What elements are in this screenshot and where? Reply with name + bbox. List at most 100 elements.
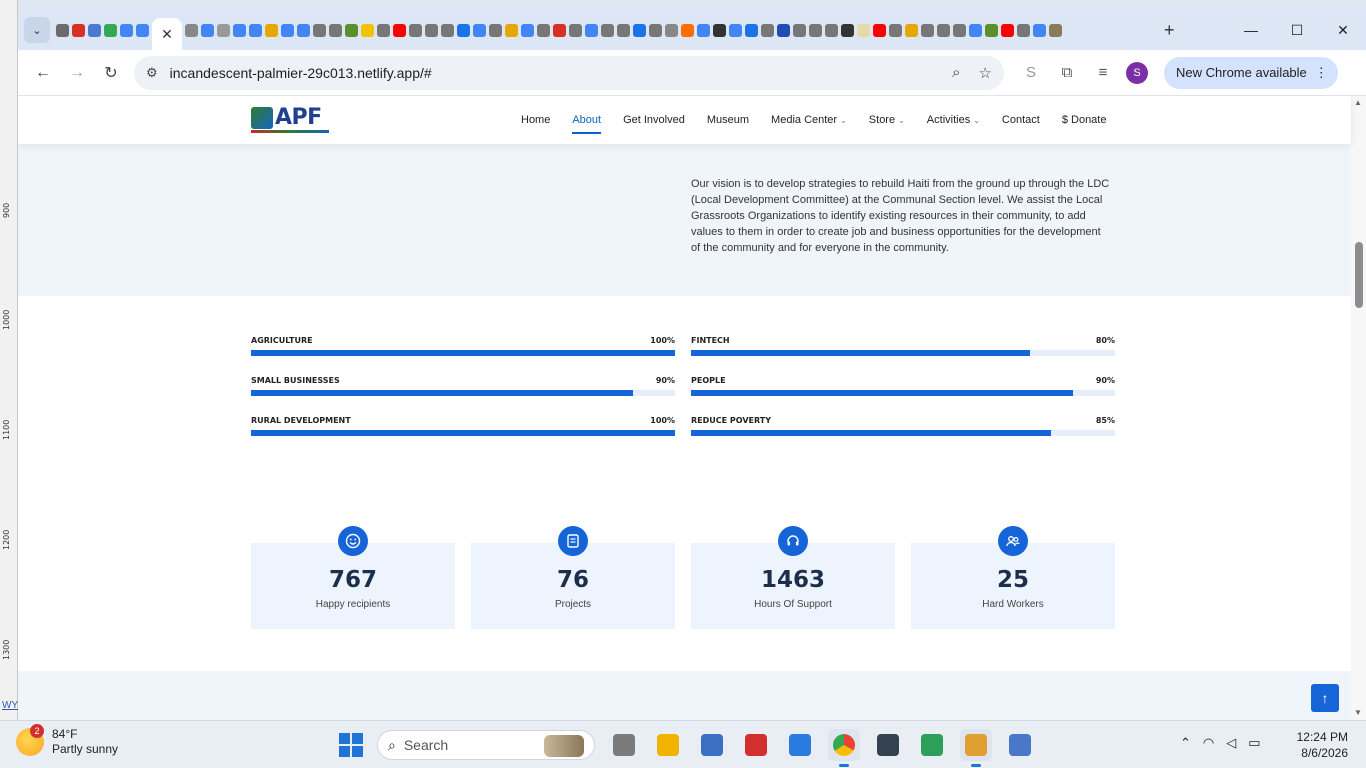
taskbar-task-view-button[interactable] xyxy=(608,729,640,761)
weather-widget[interactable]: 2 84°F Partly sunny xyxy=(16,724,118,757)
tab-favicon-icon[interactable] xyxy=(697,23,710,37)
tab-favicon-icon[interactable] xyxy=(329,23,342,37)
extension-s-icon[interactable]: S xyxy=(1018,64,1044,81)
tab-favicon-icon[interactable] xyxy=(377,23,390,37)
battery-icon[interactable]: ▭ xyxy=(1248,735,1260,751)
tab-favicon-icon[interactable] xyxy=(761,23,774,37)
forward-button[interactable]: → xyxy=(60,56,94,90)
maximize-button[interactable]: ☐ xyxy=(1274,10,1320,50)
tab-favicon-icon[interactable] xyxy=(120,23,133,37)
bookmark-star-icon[interactable]: ☆ xyxy=(979,64,992,82)
tab-favicon-icon[interactable] xyxy=(473,23,486,37)
tab-favicon-icon[interactable] xyxy=(265,23,278,37)
nav-get-involved[interactable]: Get Involved xyxy=(623,114,685,126)
tab-favicon-icon[interactable] xyxy=(809,23,822,37)
nav-activities[interactable]: Activities ⌄ xyxy=(927,114,980,126)
taskbar-calendar-app-button[interactable] xyxy=(1004,729,1036,761)
tab-favicon-icon[interactable] xyxy=(729,23,742,37)
taskbar-file-explorer-button[interactable] xyxy=(652,729,684,761)
tab-favicon-icon[interactable] xyxy=(793,23,806,37)
tab-search-button[interactable]: ⌄ xyxy=(24,17,50,43)
tab-favicon-icon[interactable] xyxy=(185,23,198,37)
tab-favicon-icon[interactable] xyxy=(585,23,598,37)
taskbar-media-app-button[interactable] xyxy=(872,729,904,761)
tab-favicon-icon[interactable] xyxy=(136,23,149,37)
tab-favicon-icon[interactable] xyxy=(777,23,790,37)
tab-favicon-icon[interactable] xyxy=(88,23,101,37)
tab-favicon-icon[interactable] xyxy=(857,23,870,37)
apf-logo[interactable]: APF xyxy=(251,107,329,133)
new-tab-button[interactable]: + xyxy=(1164,20,1175,41)
tab-favicon-icon[interactable] xyxy=(681,23,694,37)
active-tab[interactable]: ✕ xyxy=(152,18,182,50)
tab-favicon-icon[interactable] xyxy=(825,23,838,37)
tab-favicon-icon[interactable] xyxy=(921,23,934,37)
tab-favicon-icon[interactable] xyxy=(553,23,566,37)
page-scrollbar[interactable]: ▲ ▼ xyxy=(1351,96,1366,720)
tab-favicon-icon[interactable] xyxy=(569,23,582,37)
back-to-top-button[interactable]: ↑ xyxy=(1311,684,1339,712)
tab-favicon-icon[interactable] xyxy=(841,23,854,37)
tab-favicon-icon[interactable] xyxy=(361,23,374,37)
tab-favicon-icon[interactable] xyxy=(633,23,646,37)
tab-favicon-icon[interactable] xyxy=(313,23,326,37)
scrollbar-thumb[interactable] xyxy=(1355,242,1363,308)
tab-favicon-icon[interactable] xyxy=(601,23,614,37)
tab-favicon-icon[interactable] xyxy=(1017,23,1030,37)
taskbar-sheets-app-button[interactable] xyxy=(916,729,948,761)
taskbar-search[interactable]: ⌕ Search xyxy=(377,730,595,760)
taskbar-chrome-button[interactable] xyxy=(828,729,860,767)
reload-button[interactable]: ↻ xyxy=(94,56,128,90)
taskbar-ftp-client-button[interactable] xyxy=(696,729,728,761)
volume-icon[interactable]: ◁ xyxy=(1226,735,1236,751)
minimize-button[interactable]: — xyxy=(1228,10,1274,50)
zoom-icon[interactable]: ⌕ xyxy=(952,64,960,81)
tab-favicon-icon[interactable] xyxy=(505,23,518,37)
tab-favicon-icon[interactable] xyxy=(249,23,262,37)
tab-favicon-icon[interactable] xyxy=(104,23,117,37)
tab-favicon-icon[interactable] xyxy=(617,23,630,37)
start-button[interactable] xyxy=(339,733,363,757)
tab-favicon-icon[interactable] xyxy=(1001,23,1014,37)
tab-favicon-icon[interactable] xyxy=(713,23,726,37)
tab-favicon-icon[interactable] xyxy=(281,23,294,37)
tab-favicon-icon[interactable] xyxy=(233,23,246,37)
tab-favicon-icon[interactable] xyxy=(953,23,966,37)
taskbar-clock[interactable]: 12:24 PM 8/6/2026 xyxy=(1296,729,1348,761)
url-text[interactable]: incandescent-palmier-29c013.netlify.app/… xyxy=(170,65,934,81)
tab-favicon-icon[interactable] xyxy=(889,23,902,37)
nav-donate[interactable]: $ Donate xyxy=(1062,114,1107,126)
scroll-down-arrow-icon[interactable]: ▼ xyxy=(1354,708,1362,717)
tab-favicon-icon[interactable] xyxy=(56,23,69,37)
background-link[interactable]: WY xyxy=(2,700,18,711)
tab-favicon-icon[interactable] xyxy=(745,23,758,37)
site-info-icon[interactable]: ⚙ xyxy=(146,65,158,81)
nav-about[interactable]: About xyxy=(572,114,601,134)
nav-home[interactable]: Home xyxy=(521,114,550,126)
profile-avatar[interactable]: S xyxy=(1126,61,1148,84)
back-button[interactable]: ← xyxy=(26,56,60,90)
close-tab-icon[interactable]: ✕ xyxy=(161,26,173,43)
tab-favicon-icon[interactable] xyxy=(297,23,310,37)
nav-contact[interactable]: Contact xyxy=(1002,114,1040,126)
tab-favicon-icon[interactable] xyxy=(345,23,358,37)
media-controls-icon[interactable]: ≡ xyxy=(1090,64,1116,81)
wifi-icon[interactable]: ◠ xyxy=(1203,735,1214,751)
tab-favicon-icon[interactable] xyxy=(537,23,550,37)
tab-favicon-icon[interactable] xyxy=(409,23,422,37)
taskbar-colorful-app-button[interactable] xyxy=(960,729,992,767)
tab-favicon-icon[interactable] xyxy=(1049,23,1062,37)
nav-media-center[interactable]: Media Center ⌄ xyxy=(771,114,847,126)
tab-favicon-icon[interactable] xyxy=(521,23,534,37)
extensions-puzzle-icon[interactable]: ⧉ xyxy=(1054,64,1080,81)
tab-favicon-icon[interactable] xyxy=(201,23,214,37)
tab-favicon-icon[interactable] xyxy=(72,23,85,37)
nav-store[interactable]: Store ⌄ xyxy=(869,114,905,126)
close-window-button[interactable]: ✕ xyxy=(1320,10,1366,50)
tab-favicon-icon[interactable] xyxy=(1033,23,1046,37)
tab-favicon-icon[interactable] xyxy=(665,23,678,37)
tab-favicon-icon[interactable] xyxy=(905,23,918,37)
nav-museum[interactable]: Museum xyxy=(707,114,749,126)
tab-favicon-icon[interactable] xyxy=(969,23,982,37)
taskbar-notepad-button[interactable] xyxy=(784,729,816,761)
